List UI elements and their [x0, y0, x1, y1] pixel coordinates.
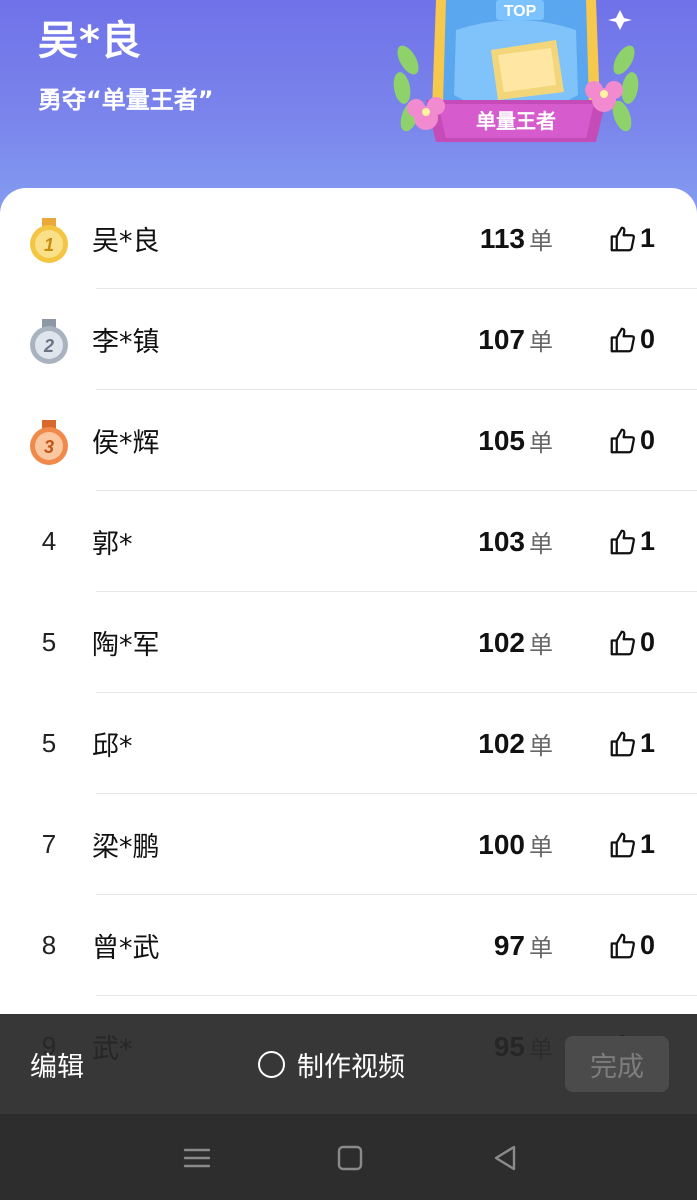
order-count: 102 单 — [478, 727, 553, 761]
order-count: 103 单 — [478, 525, 553, 559]
member-name: 侯*辉 — [92, 428, 160, 459]
member-name: 曾*武 — [92, 933, 160, 964]
svg-text:3: 3 — [44, 437, 54, 457]
svg-text:2: 2 — [43, 336, 54, 356]
like-count: 0 — [640, 627, 656, 657]
order-count: 105 单 — [478, 424, 553, 458]
leaderboard-row: 1 吴*良 113 单 1 — [0, 188, 697, 289]
like-button[interactable]: 1 — [608, 794, 655, 895]
order-count: 97 单 — [493, 929, 553, 963]
winner-name: 吴*良 — [38, 18, 142, 64]
leaderboard-row: 4 郭* 103 单 1 — [0, 491, 697, 592]
svg-text:1: 1 — [44, 235, 54, 255]
winner-subtitle: 勇夺“单量王者” — [38, 86, 214, 114]
leaderboard-row: 5 陶*军 102 单 0 — [0, 592, 697, 693]
silver-medal-icon: 2 — [30, 319, 68, 364]
trophy-badge-icon: TOP 单量王者 — [393, 0, 639, 142]
leaderboard-row: 8 曾*武 97 单 0 — [0, 895, 697, 996]
order-count: 100 单 — [478, 828, 553, 862]
badge-ribbon-text: 单量王者 — [476, 109, 556, 133]
member-name: 吴*良 — [92, 226, 160, 257]
like-button[interactable]: 1 — [608, 491, 655, 592]
like-button[interactable]: 1 — [608, 188, 655, 289]
triangle-back-icon[interactable] — [488, 1141, 522, 1175]
done-button[interactable]: 完成 — [565, 1036, 669, 1092]
like-count: 0 — [640, 930, 656, 960]
menu-icon[interactable] — [180, 1141, 214, 1175]
thumbs-up-icon — [610, 226, 635, 251]
badge-top-text: TOP — [504, 3, 537, 20]
member-name: 邱* — [92, 731, 133, 762]
thumbs-up-icon — [610, 630, 635, 655]
leaderboard-row: 5 邱* 102 单 1 — [0, 693, 697, 794]
thumbs-up-icon — [610, 933, 635, 958]
leaderboard-row: 2 李*镇 107 单 0 — [0, 289, 697, 390]
order-count: 107 单 — [478, 323, 553, 357]
like-button[interactable]: 0 — [608, 895, 655, 996]
thumbs-up-icon — [610, 529, 635, 554]
leaderboard-card: 1 吴*良 113 单 1 2 李*镇 107 单 0 3 侯*辉 105 单 … — [0, 188, 697, 1088]
like-button[interactable]: 0 — [608, 390, 655, 491]
rank-number: 5 — [41, 627, 57, 657]
like-button[interactable]: 0 — [608, 289, 655, 390]
member-name: 陶*军 — [92, 630, 160, 661]
like-count: 0 — [640, 324, 656, 354]
member-name: 梁*鹏 — [92, 832, 160, 863]
gold-medal-icon: 1 — [30, 218, 68, 263]
radio-icon — [258, 1050, 285, 1078]
like-button[interactable]: 0 — [608, 592, 655, 693]
member-name: 李*镇 — [92, 327, 160, 358]
make-video-label: 制作视频 — [297, 1051, 405, 1083]
bronze-medal-icon: 3 — [30, 420, 68, 465]
system-nav-bar — [0, 1114, 697, 1200]
order-count: 102 单 — [478, 626, 553, 660]
like-count: 1 — [640, 829, 656, 859]
leaderboard-row: 3 侯*辉 105 单 0 — [0, 390, 697, 491]
like-count: 1 — [640, 223, 656, 253]
like-count: 0 — [640, 425, 656, 455]
rank-number: 4 — [41, 526, 57, 556]
like-count: 1 — [640, 728, 656, 758]
like-count: 1 — [640, 526, 656, 556]
rank-number: 7 — [41, 829, 57, 859]
edit-label: 编辑 — [30, 1051, 84, 1083]
square-home-icon[interactable] — [333, 1141, 367, 1175]
rank-number: 8 — [41, 930, 57, 960]
leaderboard-row: 7 梁*鹏 100 单 1 — [0, 794, 697, 895]
rank-number: 5 — [41, 728, 57, 758]
thumbs-up-icon — [610, 731, 635, 756]
thumbs-up-icon — [610, 428, 635, 453]
thumbs-up-icon — [610, 327, 635, 352]
order-count: 113 单 — [479, 222, 553, 256]
like-button[interactable]: 1 — [608, 693, 655, 794]
make-video-toggle[interactable]: 制作视频 — [258, 1014, 405, 1114]
thumbs-up-icon — [610, 832, 635, 857]
member-name: 郭* — [92, 529, 133, 560]
